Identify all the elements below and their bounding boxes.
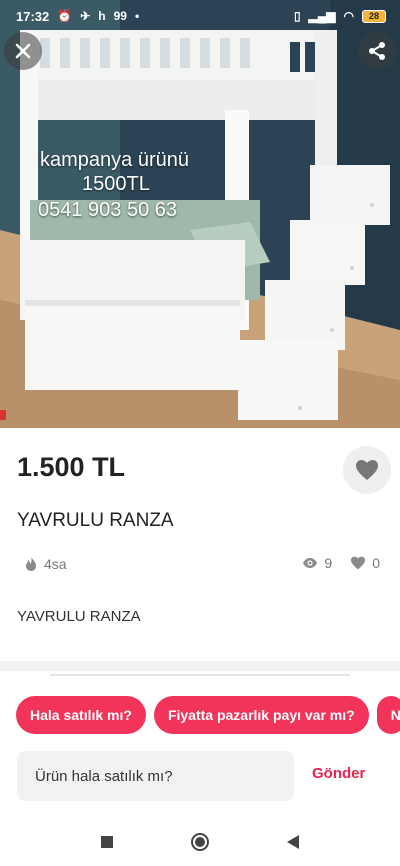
listing-description: YAVRULU RANZA <box>17 608 141 625</box>
quick-reply-chip[interactable]: Hala satılık mı? <box>16 696 146 734</box>
notif-99-icon: 99 <box>113 9 127 23</box>
listing-stats: 9 0 <box>302 555 380 571</box>
share-button[interactable] <box>358 32 396 70</box>
wifi-icon: ◠ <box>343 9 354 23</box>
message-input[interactable]: Ürün hala satılık mı? <box>17 751 294 801</box>
system-nav-bar <box>0 818 400 866</box>
notif-h-icon: h <box>98 9 106 23</box>
nav-recents-icon <box>100 836 113 848</box>
like-heart-icon <box>351 556 366 570</box>
section-divider <box>0 661 400 671</box>
battery-icon: 28 <box>362 9 386 23</box>
eye-icon <box>303 558 318 568</box>
posted-ago-text: 4sa <box>44 555 67 572</box>
share-icon <box>369 42 385 60</box>
signal-icon: ▂▄▆ <box>308 9 336 23</box>
photo-overlay-line1: kampanya ürünü <box>40 149 189 171</box>
dot-icon: • <box>134 9 140 23</box>
quick-reply-chip[interactable]: N <box>376 696 400 734</box>
bird-icon: ✈ <box>80 9 91 23</box>
listing-price: 1.500 TL <box>17 452 126 482</box>
message-input-value: Ürün hala satılık mı? <box>35 767 173 785</box>
fire-icon <box>26 556 36 571</box>
nav-home-button[interactable] <box>188 830 212 854</box>
heart-icon <box>356 460 378 480</box>
send-button[interactable]: Gönder <box>312 765 365 782</box>
nav-back-button[interactable] <box>281 830 305 854</box>
nav-home-icon <box>190 833 209 851</box>
close-icon <box>15 43 31 59</box>
quick-reply-chip[interactable]: Fiyatta pazarlık payı var mı? <box>153 696 369 734</box>
posted-time: 4sa <box>24 555 67 572</box>
status-time: 17:32 <box>16 8 50 24</box>
photo-overlay-line2: 1500TL <box>82 173 150 195</box>
photo-overlay-line3: 0541 903 50 63 <box>38 199 178 221</box>
sheet-handle <box>50 674 350 676</box>
alarm-icon: ⏰ <box>57 9 73 23</box>
listing-photo[interactable]: kampanya ürünü 1500TL 0541 903 50 63 <box>0 0 400 428</box>
like-count: 0 <box>372 555 380 571</box>
view-count: 9 <box>324 555 333 571</box>
nav-back-icon <box>287 835 300 849</box>
vibrate-icon: ▯ <box>293 9 301 23</box>
favorite-button[interactable] <box>343 446 391 494</box>
listing-title: YAVRULU RANZA <box>17 510 174 531</box>
status-bar: 17:32 ⏰ ✈ h 99 • ▯ ▂▄▆ ◠ 28 <box>0 0 400 32</box>
quick-replies: Hala satılık mı? Fiyatta pazarlık payı v… <box>16 696 400 734</box>
nav-recents-button[interactable] <box>95 830 119 854</box>
close-button[interactable] <box>4 32 42 70</box>
